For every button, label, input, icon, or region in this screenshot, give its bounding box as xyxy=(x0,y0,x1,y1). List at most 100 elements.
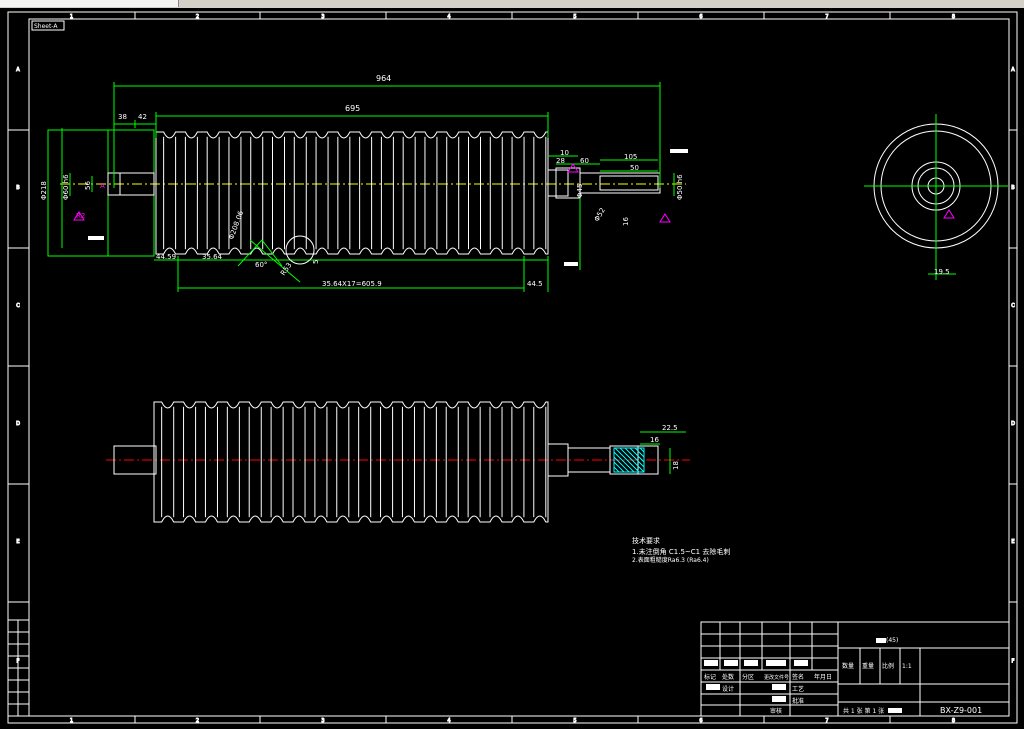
zone-number-bottom: 4 xyxy=(447,718,450,724)
dim-38-text: 38 xyxy=(118,113,127,121)
zone-number-bottom: 2 xyxy=(196,718,199,724)
notes-line1: 1.未注倒角 C1.5~C1 去除毛刺 xyxy=(632,547,730,556)
hatch-line xyxy=(624,447,645,468)
dim-angle-text: 60° xyxy=(255,261,267,269)
datum-triangle-far xyxy=(659,213,671,223)
zone-number-top: 1 xyxy=(70,14,73,20)
dim-10-text: 10 xyxy=(560,149,569,157)
dim-28-text: 28 xyxy=(556,157,565,165)
process-label: 工艺 xyxy=(792,685,804,693)
zone-letter: B xyxy=(16,185,20,191)
datum-label: A xyxy=(100,182,105,190)
body-bottom-edge xyxy=(153,514,549,523)
zone-number-bottom: 1 xyxy=(70,718,73,724)
weight-label: 重量 xyxy=(862,662,874,670)
review-label: 审核 xyxy=(770,707,782,715)
zone-letter: B xyxy=(1011,185,1015,191)
zone-number-top: 4 xyxy=(447,14,450,20)
zone-number-top: 8 xyxy=(952,14,955,20)
side-offset-text: 19.5 xyxy=(934,268,950,276)
dim-r2-text: R2 xyxy=(76,212,85,220)
zone-letter: D xyxy=(1011,421,1015,427)
body-top-edge xyxy=(155,131,549,140)
hatch-line xyxy=(613,466,620,473)
drawing-frame xyxy=(7,11,1018,724)
revision-strip xyxy=(7,619,30,717)
dim-4459-text: 44.59 xyxy=(156,253,176,261)
notes-heading: 技术要求 xyxy=(632,536,660,545)
roller-body-front xyxy=(155,131,549,255)
qty-label: 数量 xyxy=(842,662,854,670)
header-2: 分区 xyxy=(742,673,754,681)
hatch-line xyxy=(634,447,645,458)
side-view[interactable] xyxy=(864,114,1008,280)
zone-letter: D xyxy=(16,421,20,427)
dim-60r-text: 60 xyxy=(580,157,589,165)
tolerance-frame-mid xyxy=(564,262,578,266)
dim-50h6-text: Φ50 h6 xyxy=(676,174,684,200)
zone-number-bottom: 5 xyxy=(573,718,576,724)
hatch-line xyxy=(613,451,635,473)
dim-3564-text: 35.64 xyxy=(202,253,223,261)
window-tab[interactable] xyxy=(0,0,179,7)
dim-18-text: 18 xyxy=(672,461,680,470)
zone-letter: A xyxy=(16,67,20,73)
dim-218-text: Φ218 xyxy=(40,181,48,200)
dim-16b-text: 16 xyxy=(650,436,659,444)
header-1: 处数 xyxy=(722,673,734,681)
header-0: 标记 xyxy=(704,673,716,681)
dim-56-text: 56 xyxy=(84,181,92,190)
material-code: (45) xyxy=(886,637,898,644)
bottom-view[interactable]: 22.5 16 18 xyxy=(106,401,690,523)
zone-number-top: 5 xyxy=(573,14,576,20)
header-5: 年月日 xyxy=(814,673,832,681)
inner-border xyxy=(28,18,1010,717)
outer-border xyxy=(7,11,1018,724)
header-3: 更改文件号 xyxy=(764,674,789,681)
zone-number-bottom: 6 xyxy=(699,718,702,724)
zone-number-top: 7 xyxy=(825,14,828,20)
header-4: 签名 xyxy=(792,673,804,681)
hatch-line xyxy=(613,461,625,473)
zone-number-bottom: 3 xyxy=(321,718,324,724)
designer-label: 设计 xyxy=(722,685,734,693)
dim-50-text: 50 xyxy=(630,164,639,172)
dim-60-text: Φ60 h6 xyxy=(62,174,70,200)
dim-445-text: 44.5 xyxy=(527,280,543,288)
sheet-count: 共 1 张 第 1 张 xyxy=(843,707,884,715)
dim-105-text: 105 xyxy=(624,153,637,161)
zone-letter: C xyxy=(1011,303,1015,309)
front-view[interactable]: 964 695 38 42 Φ218 Φ60 h6 56 10 28 60 10… xyxy=(40,74,688,292)
notes-line2: 2.表面粗糙度Ra6.3 (Ra6.4) xyxy=(632,556,709,564)
zone-letter: E xyxy=(16,539,19,545)
dim-5-text: 5 xyxy=(312,260,320,264)
right-shoulder xyxy=(547,169,569,197)
body-top-edge xyxy=(153,401,549,410)
hatch-line xyxy=(639,447,645,453)
dim-45-text: Φ45 xyxy=(576,184,584,198)
dim-body-text: 695 xyxy=(345,104,360,113)
dim-605-text: 35.64X17=605.9 xyxy=(322,280,382,288)
dim-225-text: 22.5 xyxy=(662,424,678,432)
scale-value: 1:1 xyxy=(902,663,912,670)
side-datum-triangle xyxy=(943,209,955,219)
zone-number-bottom: 8 xyxy=(952,718,955,724)
dim-208-text: Φ208.06 xyxy=(227,209,245,240)
dim-42-text: 42 xyxy=(138,113,147,121)
technical-notes: 技术要求 1.未注倒角 C1.5~C1 去除毛刺 2.表面粗糙度Ra6.3 (R… xyxy=(632,536,730,564)
title-block: (45) BX-Z9-001 1:1 共 1 张 第 1 张 数量 重量 比例 … xyxy=(700,621,1010,717)
drawing-number: BX-Z9-001 xyxy=(940,706,982,715)
tolerance-frame-left xyxy=(88,236,104,240)
zone-number-bottom: 7 xyxy=(825,718,828,724)
cad-drawing-canvas[interactable]: Sheet-A 1122334455667788A AB BC CD DE EF F xyxy=(0,8,1024,729)
keyway xyxy=(599,175,659,191)
zone-letter: A xyxy=(1011,67,1015,73)
zone-number-top: 2 xyxy=(196,14,199,20)
ratio-label: 比例 xyxy=(882,662,894,670)
zone-letter: C xyxy=(16,303,20,309)
window-top-strip xyxy=(0,0,1024,8)
border-zones: 1122334455667788A AB BC CD DE EF F xyxy=(7,11,1018,725)
dim-overall-text: 964 xyxy=(376,74,391,83)
approve-label: 批准 xyxy=(792,697,804,705)
corner-label: Sheet-A xyxy=(34,23,58,30)
